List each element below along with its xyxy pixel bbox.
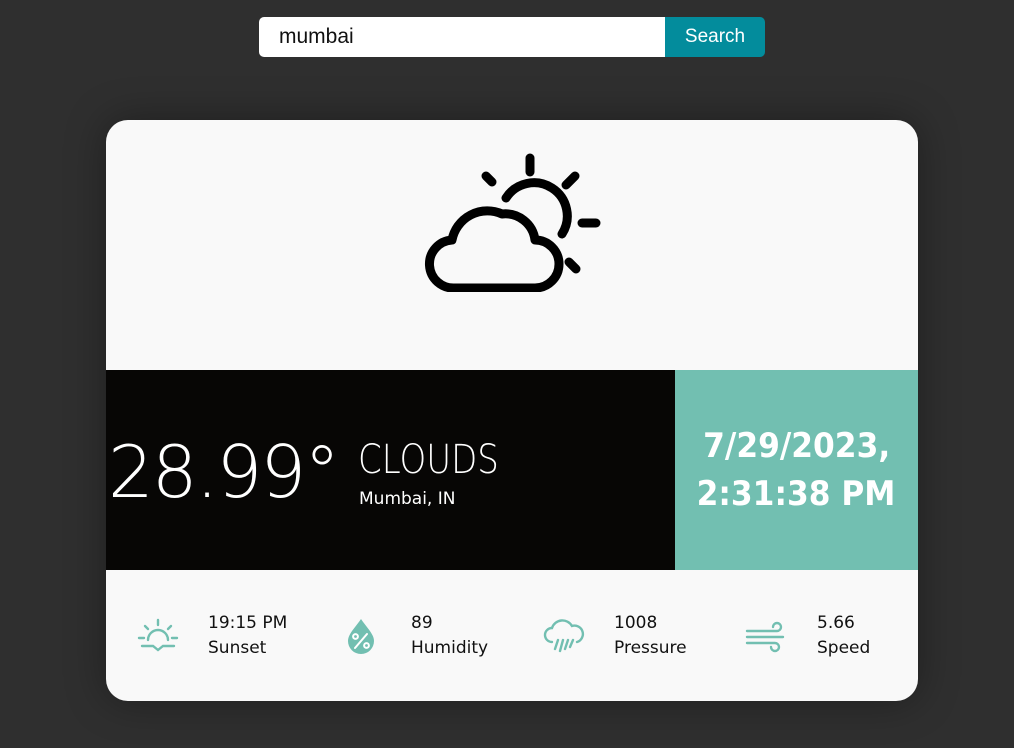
humidity-icon xyxy=(348,619,374,654)
wind-value: 5.66 xyxy=(817,613,855,633)
search-input[interactable] xyxy=(259,17,665,57)
datetime-panel: 7/29/2023, 2:31:38 PM xyxy=(675,370,918,570)
search-button[interactable]: Search xyxy=(665,17,765,57)
weather-condition: CLOUDS xyxy=(358,437,499,483)
weather-icon-area xyxy=(106,120,918,370)
sunset-icon xyxy=(137,618,179,652)
location: Mumbai, IN xyxy=(359,489,456,509)
wind-label: Speed xyxy=(817,638,871,658)
humidity-label: Humidity xyxy=(411,638,489,658)
pressure-label: Pressure xyxy=(614,638,687,658)
stats-row: 19:15 PM Sunset 89 Humidity 1008 Pressur… xyxy=(106,570,918,701)
sunset-value: 19:15 PM xyxy=(208,613,288,633)
temperature-panel: 28.99° CLOUDS Mumbai, IN xyxy=(106,370,675,570)
pressure-icon xyxy=(543,619,585,653)
weather-card: 28.99° CLOUDS Mumbai, IN 7/29/2023, 2:31… xyxy=(106,120,918,701)
humidity-value: 89 xyxy=(411,613,433,633)
partly-cloudy-icon xyxy=(424,153,601,292)
pressure-value: 1008 xyxy=(614,613,658,633)
date: 7/29/2023, xyxy=(702,426,891,466)
wind-icon xyxy=(745,621,785,653)
info-band: 28.99° CLOUDS Mumbai, IN 7/29/2023, 2:31… xyxy=(106,370,918,570)
time: 2:31:38 PM xyxy=(697,474,896,514)
temperature: 28.99° xyxy=(108,430,340,514)
search-bar: Search xyxy=(259,17,765,57)
sunset-label: Sunset xyxy=(208,638,267,658)
